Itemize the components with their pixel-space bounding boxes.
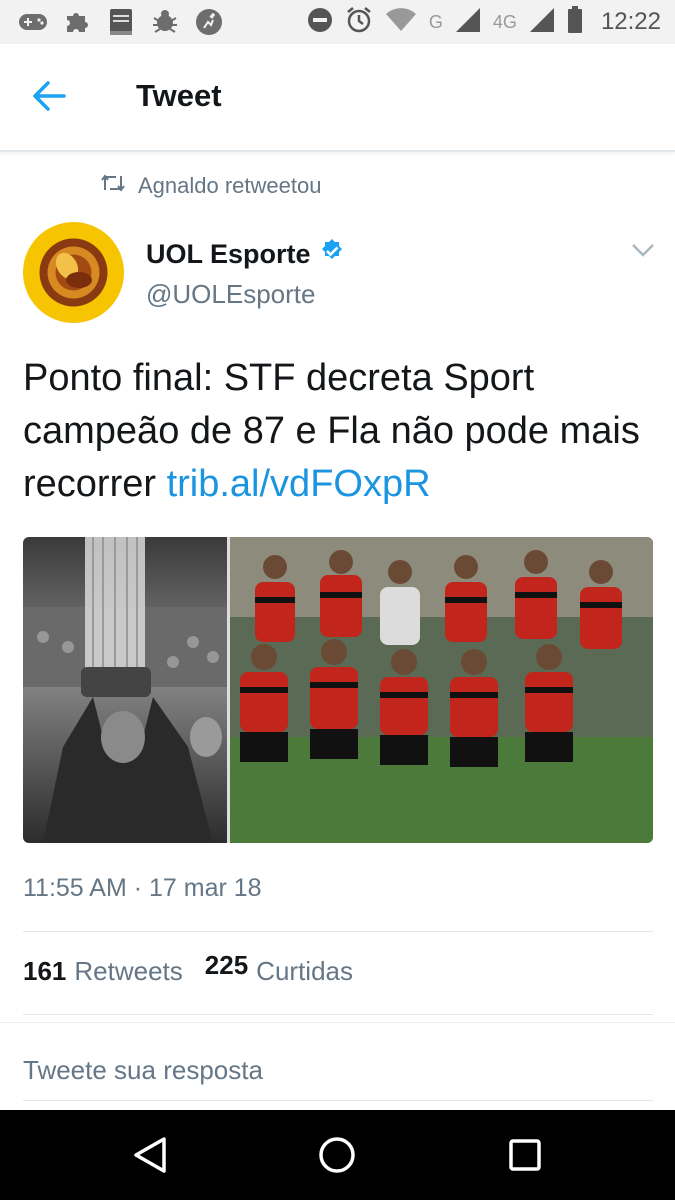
clock: 12:22 <box>600 8 661 35</box>
signal-icon <box>455 7 481 38</box>
recents-square-icon <box>507 1137 543 1178</box>
alarm-icon <box>345 6 373 39</box>
do-not-disturb-icon <box>307 7 333 38</box>
nav-home-button[interactable] <box>312 1132 362 1182</box>
tweet-stats: 161 Retweets 225 Curtidas <box>23 950 353 987</box>
nav-recents-button[interactable] <box>500 1132 550 1182</box>
tweet-media[interactable] <box>23 537 653 843</box>
author-handle[interactable]: @UOLEsporte <box>146 279 315 310</box>
likes-stat[interactable]: 225 Curtidas <box>205 950 353 987</box>
tweet-options-button[interactable] <box>630 240 656 260</box>
retweets-label: Retweets <box>74 956 183 986</box>
likes-count: 225 <box>204 950 249 980</box>
reply-input[interactable] <box>23 1048 653 1092</box>
retweet-context[interactable]: Agnaldo retweetou <box>100 172 321 200</box>
notification-icons <box>18 7 224 37</box>
retweet-context-label: Agnaldo retweetou <box>138 173 322 198</box>
system-nav-bar <box>0 1110 675 1200</box>
avatar[interactable] <box>23 222 124 323</box>
network-4g-label: 4G <box>492 11 517 32</box>
retweets-count: 161 <box>23 956 67 986</box>
divider <box>0 1022 675 1023</box>
trophy-photo[interactable] <box>23 537 227 843</box>
wifi-icon <box>385 7 417 37</box>
tweet-link[interactable]: trib.al/vdFOxpR <box>167 463 431 505</box>
back-button[interactable] <box>28 76 76 116</box>
divider <box>23 1014 653 1015</box>
bible-app-icon <box>106 7 136 37</box>
divider <box>23 931 653 932</box>
divider <box>23 1100 653 1101</box>
team-photo[interactable] <box>230 537 653 843</box>
retweet-icon <box>100 172 126 200</box>
puzzle-icon <box>62 7 92 37</box>
system-status: G 4G 12:22 <box>307 0 661 44</box>
likes-label: Curtidas <box>256 956 353 986</box>
tweet-text: Ponto final: STF decreta Sport campeão d… <box>23 352 653 511</box>
status-bar: G 4G 12:22 <box>0 0 675 44</box>
retweets-stat[interactable]: 161 Retweets <box>23 956 183 987</box>
game-controller-icon <box>18 7 48 37</box>
author-name[interactable]: UOL Esporte <box>146 238 345 271</box>
verified-badge-icon <box>319 238 345 271</box>
author-name-label: UOL Esporte <box>146 239 311 269</box>
bug-icon <box>150 7 180 37</box>
tweet-timestamp: 11:55 AM · 17 mar 18 <box>23 874 262 902</box>
chevron-down-icon <box>630 244 656 264</box>
signal-icon <box>529 7 555 38</box>
battery-icon <box>567 5 583 39</box>
back-arrow-icon <box>28 81 68 120</box>
network-g-label: G <box>428 11 443 32</box>
app-header: Tweet <box>0 44 675 152</box>
nav-back-button[interactable] <box>125 1132 175 1182</box>
home-circle-icon <box>317 1135 357 1180</box>
page-title: Tweet <box>136 78 222 113</box>
uol-logo-icon <box>23 222 124 323</box>
runner-icon <box>194 7 224 37</box>
back-triangle-icon <box>132 1135 168 1180</box>
